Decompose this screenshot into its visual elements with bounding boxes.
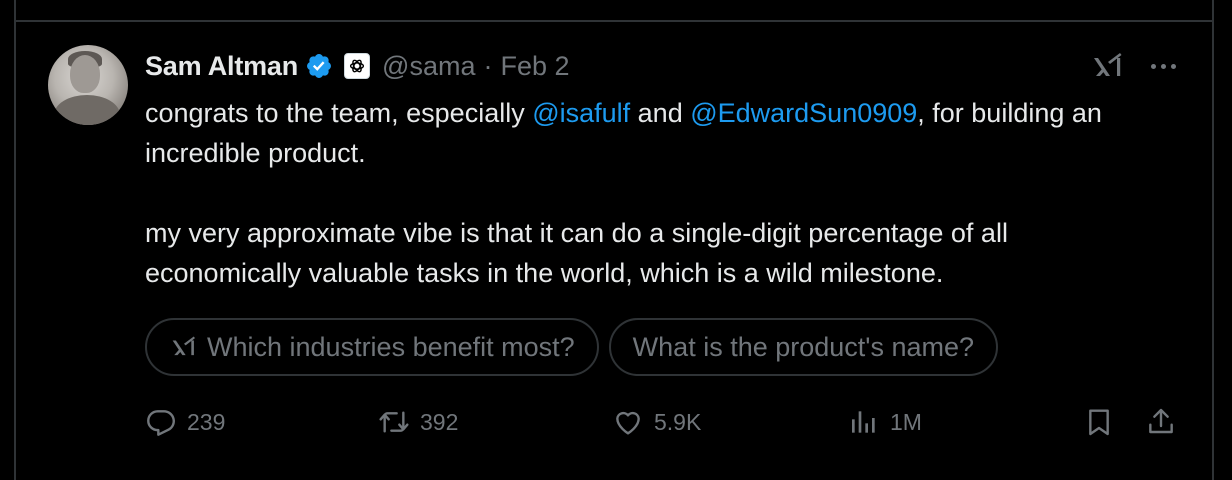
verified-badge-icon[interactable] (305, 52, 333, 80)
tweet-paragraph-2: my very approximate vibe is that it can … (145, 218, 1008, 288)
heart-icon (616, 411, 640, 435)
suggestion-chip-product-name[interactable]: What is the product's name? (608, 318, 998, 376)
handle[interactable]: @sama (382, 51, 475, 82)
reply-icon (147, 410, 175, 436)
reply-count: 239 (187, 408, 226, 435)
bookmark-button[interactable] (1083, 400, 1115, 444)
text-segment: congrats to the team, especially (145, 98, 533, 128)
tweet-header: Sam Altman @sama · Feb 2 (145, 48, 570, 84)
like-count: 5.9K (654, 408, 702, 435)
action-bar: 239 392 5.9K 1M (0, 400, 1232, 444)
tweet-text: congrats to the team, especially @isaful… (145, 93, 1145, 293)
share-button[interactable] (1145, 400, 1177, 444)
view-count: 1M (890, 408, 922, 435)
suggestion-chip-industries[interactable]: Which industries benefit most? (145, 318, 599, 376)
post-date[interactable]: Feb 2 (500, 51, 569, 82)
repost-button[interactable]: 392 (378, 400, 458, 444)
display-name[interactable]: Sam Altman (145, 51, 298, 82)
views-button[interactable]: 1M (848, 400, 922, 444)
grok-icon[interactable] (1090, 50, 1126, 82)
avatar[interactable] (48, 45, 128, 125)
mention-link-isafulf[interactable]: @isafulf (532, 98, 630, 128)
divider-left (14, 0, 16, 20)
grok-icon (172, 336, 195, 356)
more-dot-icon (1160, 63, 1166, 69)
like-button[interactable]: 5.9K (612, 400, 701, 444)
divider-right (1212, 0, 1214, 20)
tweet-paragraph-1: congrats to the team, especially @isaful… (145, 93, 1145, 173)
grok-suggestions: Which industries benefit most? What is t… (145, 318, 998, 376)
more-dot-icon (1150, 63, 1156, 69)
more-options-button[interactable] (1145, 50, 1181, 82)
separator-dot: · (483, 50, 493, 81)
tweet-frame: Sam Altman @sama · Feb 2 congrats to the… (0, 0, 1232, 480)
reply-button[interactable]: 239 (145, 400, 225, 444)
mention-link-edwardsun[interactable]: @EdwardSun0909 (690, 98, 917, 128)
more-dot-icon (1170, 63, 1176, 69)
text-segment: and (630, 98, 691, 128)
suggestion-label: Which industries benefit most? (207, 331, 575, 362)
avatar-head (70, 55, 100, 93)
bookmark-icon (1089, 409, 1109, 436)
openai-logo-icon[interactable] (344, 53, 371, 79)
repost-icon (379, 411, 409, 433)
suggestion-label: What is the product's name? (632, 331, 974, 362)
share-icon (1149, 408, 1173, 434)
analytics-icon (852, 411, 875, 433)
avatar-shoulders (54, 95, 120, 125)
repost-count: 392 (420, 408, 459, 435)
